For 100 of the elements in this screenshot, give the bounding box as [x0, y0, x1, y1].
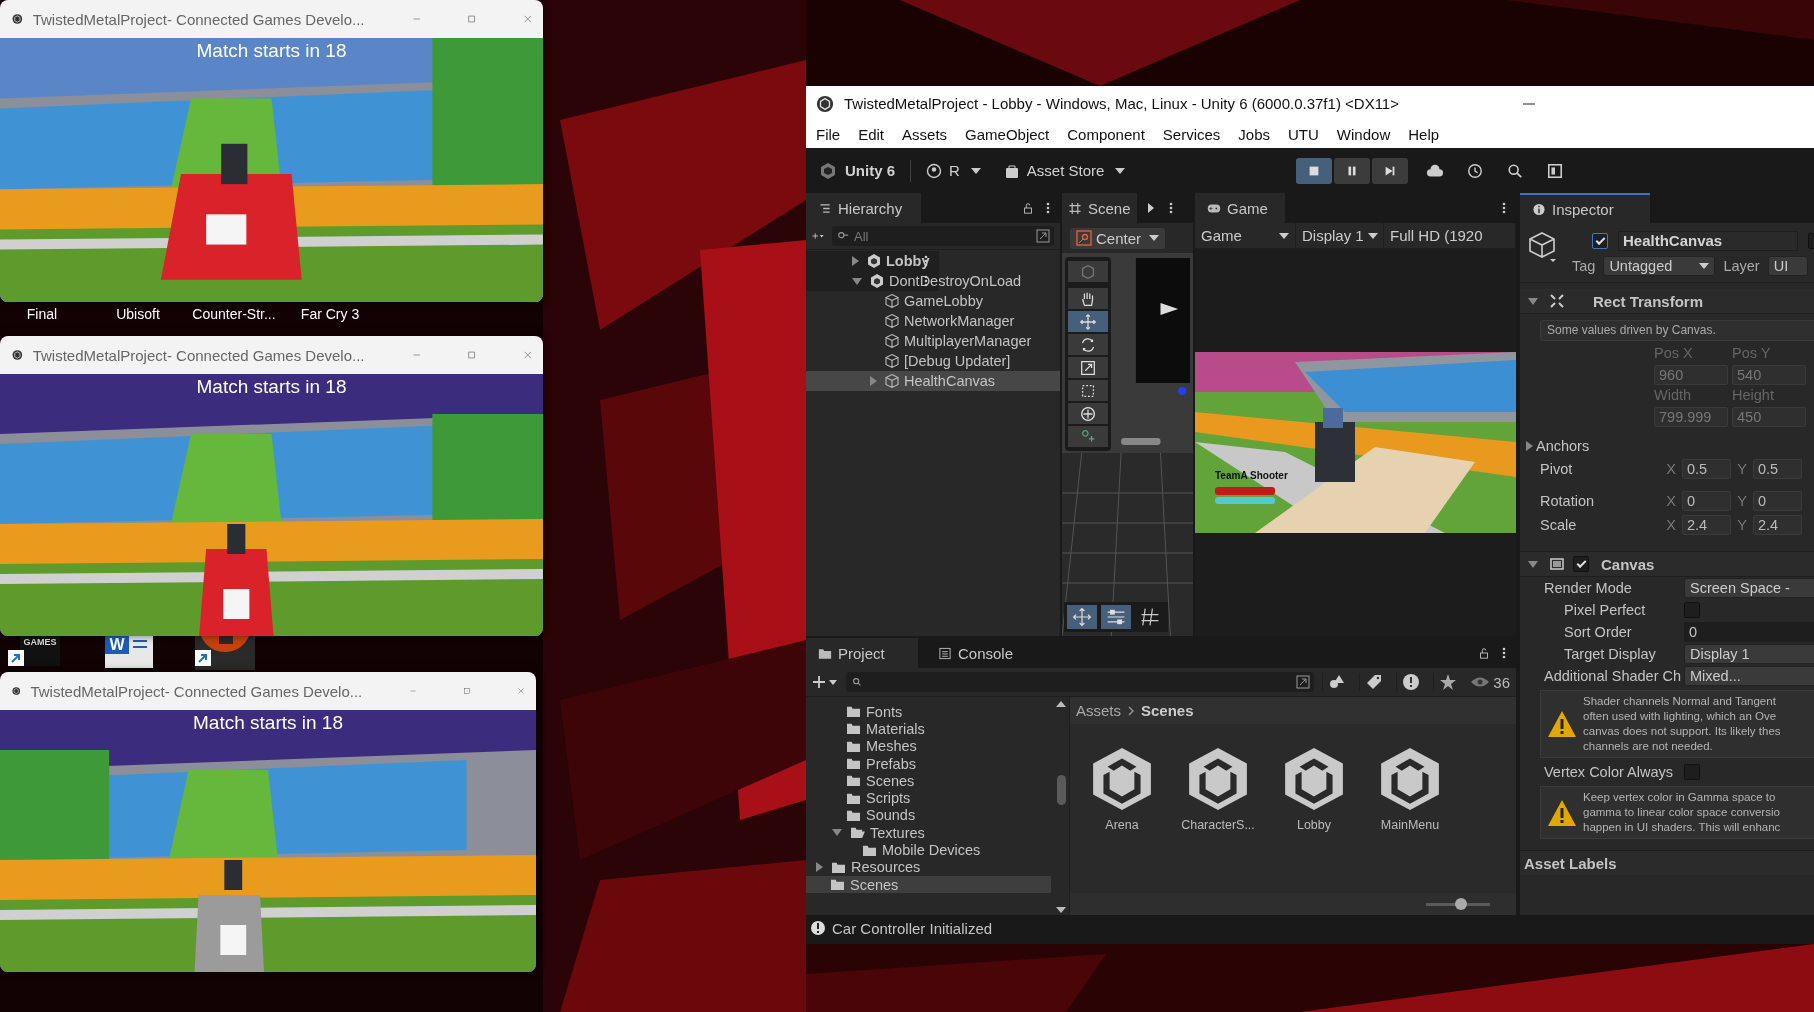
hierarchy-item[interactable]: DontDestroyOnLoad	[889, 273, 1022, 289]
transform-tool-button[interactable]	[1068, 403, 1108, 424]
caret-icon[interactable]	[970, 167, 981, 174]
search-field[interactable]	[846, 672, 1315, 692]
expand-arrow-icon[interactable]	[1528, 297, 1538, 305]
desktop-icon-label[interactable]: Ubisoft	[116, 305, 160, 323]
desktop-icon-label[interactable]: Counter-Str...	[192, 305, 276, 323]
layer-dropdown[interactable]: UI	[1767, 256, 1808, 276]
rotate-tool-button[interactable]	[1068, 334, 1108, 355]
expand-arrow-icon[interactable]	[832, 829, 842, 837]
anchors-foldout[interactable]: Anchors	[1536, 438, 1590, 454]
game-view-dropdown[interactable]: Game	[1201, 227, 1242, 244]
folder-item[interactable]: Mobile Devices	[882, 842, 981, 858]
number-field[interactable]: 0.5	[1753, 459, 1802, 479]
product-label[interactable]: Unity 6	[845, 162, 895, 179]
cloud-icon[interactable]	[1426, 162, 1444, 179]
maximize-icon[interactable]	[468, 12, 476, 26]
hand-tool-button[interactable]	[1068, 288, 1108, 309]
document-icon[interactable]: W	[105, 636, 153, 668]
number-field[interactable]: 2.4	[1753, 515, 1802, 535]
caret-icon[interactable]	[1115, 167, 1126, 174]
component-title[interactable]: Rect Transform	[1593, 292, 1704, 310]
scene-asset-icon[interactable]	[1379, 746, 1441, 812]
add-dropdown-icon[interactable]	[812, 675, 838, 689]
unity-logo-icon[interactable]	[818, 160, 838, 181]
expand-arrow-icon[interactable]	[1528, 560, 1538, 568]
rect-tool-button[interactable]	[1068, 380, 1108, 401]
bag-icon[interactable]	[1003, 162, 1020, 179]
maximize-icon[interactable]	[468, 348, 476, 362]
search-field[interactable]: All	[832, 226, 1054, 246]
folder-item[interactable]: Meshes	[866, 738, 917, 755]
custom-tool-button[interactable]	[1068, 426, 1108, 447]
expand-icon[interactable]	[1296, 675, 1311, 689]
asset-name[interactable]: MainMenu	[1380, 818, 1440, 832]
number-field[interactable]: 0	[1682, 491, 1731, 511]
asset-name[interactable]: CharacterS...	[1181, 818, 1255, 832]
account-icon[interactable]	[926, 162, 942, 179]
scene-asset-icon[interactable]	[1091, 746, 1153, 812]
hidden-count[interactable]: 36	[1493, 673, 1510, 691]
menu-item[interactable]: Help	[1408, 126, 1440, 143]
stop-button[interactable]	[1296, 157, 1332, 184]
expand-arrow-icon[interactable]	[852, 277, 862, 285]
history-icon[interactable]	[1466, 162, 1484, 179]
menu-item[interactable]: Assets	[902, 126, 948, 143]
number-field[interactable]: 0	[1684, 622, 1814, 642]
more-options-icon[interactable]	[923, 274, 929, 288]
folder-item[interactable]: Prefabs	[866, 755, 916, 772]
move-tool-button[interactable]	[1068, 311, 1108, 332]
hierarchy-item[interactable]: [Debug Updater]	[904, 353, 1011, 369]
caret-icon[interactable]	[1149, 235, 1160, 241]
expand-arrow-icon[interactable]	[1526, 441, 1533, 451]
dropdown[interactable]: Mixed...	[1684, 666, 1814, 686]
scale-tool-button[interactable]	[1068, 357, 1108, 378]
menu-item[interactable]: GameObject	[965, 126, 1050, 143]
asset-name[interactable]: Arena	[1105, 818, 1139, 832]
caret-icon[interactable]	[1367, 232, 1378, 239]
caret-icon[interactable]	[1279, 232, 1289, 239]
expand-icon[interactable]	[1036, 229, 1050, 243]
dropdown[interactable]: Screen Space -	[1684, 578, 1814, 598]
step-button[interactable]	[1372, 157, 1408, 184]
folder-item[interactable]: Fonts	[866, 703, 903, 720]
menu-item[interactable]: UTU	[1288, 126, 1319, 143]
number-field[interactable]: 0	[1753, 491, 1802, 511]
hierarchy-item[interactable]: NetworkManager	[904, 313, 1015, 329]
search-icon[interactable]	[1506, 162, 1524, 179]
desktop-icon-label[interactable]: Final	[26, 305, 58, 323]
more-options-icon[interactable]	[923, 254, 929, 268]
sliders-icon[interactable]	[1101, 605, 1131, 629]
scene-asset-icon[interactable]	[1283, 746, 1345, 812]
account-label[interactable]: R	[949, 162, 960, 179]
breadcrumb-link[interactable]: Scenes	[1141, 702, 1194, 719]
active-checkbox[interactable]	[1592, 233, 1608, 249]
pause-button[interactable]	[1334, 157, 1370, 184]
menu-item[interactable]: Window	[1336, 126, 1391, 143]
folder-item[interactable]: Materials	[866, 720, 925, 737]
folder-item[interactable]: Sounds	[866, 807, 916, 824]
menu-item[interactable]: Edit	[858, 126, 885, 143]
eye-icon[interactable]	[1470, 676, 1491, 688]
folder-item[interactable]: Textures	[870, 824, 925, 841]
number-field[interactable]: 0.5	[1682, 459, 1731, 479]
lock-icon[interactable]	[1022, 201, 1034, 215]
menu-item[interactable]: Services	[1162, 126, 1221, 143]
name-field[interactable]: HealthCanvas	[1618, 231, 1798, 251]
layout-icon[interactable]	[1546, 162, 1564, 179]
caret-icon[interactable]	[1699, 263, 1710, 269]
launcher-icon[interactable]: GAMES	[20, 636, 60, 666]
asset-store-label[interactable]: Asset Store	[1026, 162, 1105, 179]
desktop-icon-label[interactable]: Far Cry 3	[300, 305, 360, 323]
menu-item[interactable]: Component	[1067, 126, 1145, 143]
menu-item[interactable]: File	[816, 126, 841, 143]
breadcrumb-link[interactable]: Assets	[1076, 702, 1121, 719]
dropdown[interactable]: Display 1	[1684, 644, 1814, 664]
folder-item[interactable]: Scripts	[866, 790, 911, 807]
game-view-dropdown[interactable]: Full HD (1920	[1390, 227, 1483, 244]
folder-item[interactable]: Resources	[851, 859, 921, 876]
game-view-dropdown[interactable]: Display 1	[1302, 227, 1364, 244]
move-icon[interactable]	[1067, 605, 1097, 629]
folder-item[interactable]: Scenes	[850, 876, 899, 893]
lock-icon[interactable]	[1478, 646, 1490, 660]
hierarchy-item[interactable]: MultiplayerManager	[904, 333, 1032, 349]
